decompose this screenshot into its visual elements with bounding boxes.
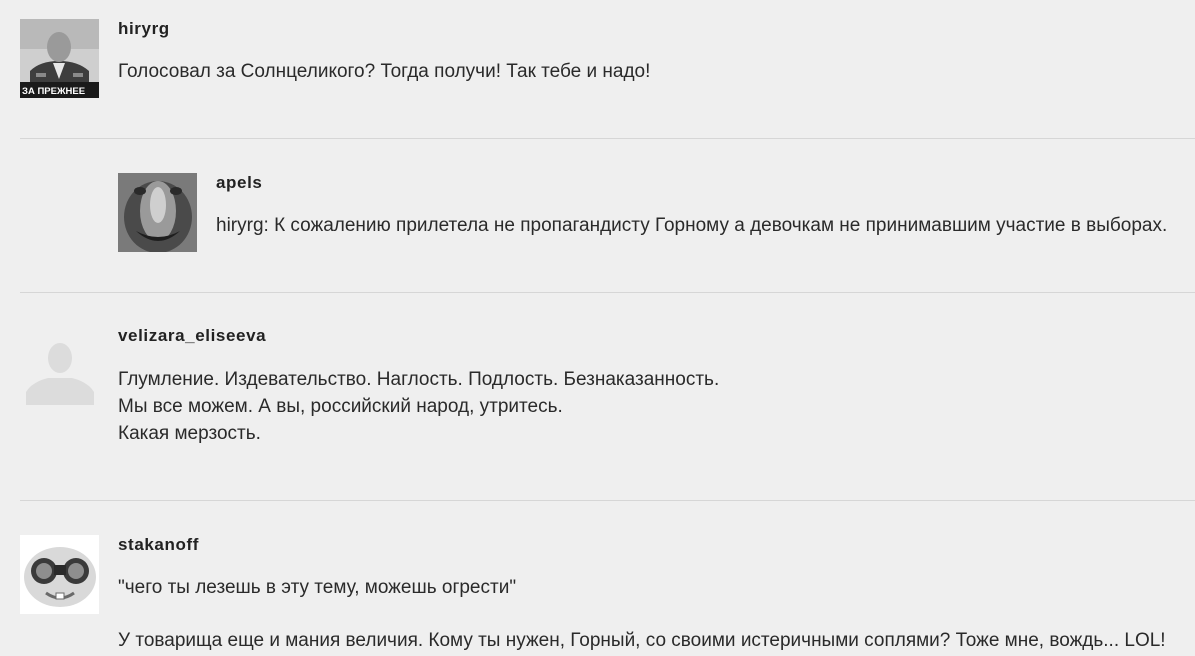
comment: stakanoff "чего ты лезешь в эту тему, мо… xyxy=(20,535,1195,656)
comment-text-line: Голосовал за Солнцеликого? Тогда получи!… xyxy=(118,61,651,82)
comment-body: Глумление. Издевательство. Наглость. Под… xyxy=(118,366,719,447)
comment-text-line: Глумление. Издевательство. Наглость. Под… xyxy=(118,369,720,390)
comment-username[interactable]: velizara_eliseeva xyxy=(118,326,266,346)
comment-divider xyxy=(20,292,1195,293)
comment-text-line: Какая мерзость. xyxy=(118,423,261,444)
comment-body: hiryrg: К сожалению прилетела не пропага… xyxy=(216,212,1167,239)
default-avatar-icon xyxy=(20,326,99,405)
comment-body: "чего ты лезешь в эту тему, можешь огрес… xyxy=(118,574,1166,654)
avatar-creature-icon xyxy=(118,173,197,252)
avatar-binoculars-icon xyxy=(20,535,99,614)
avatar-photo-icon: ЗА ПРЕЖНЕЕ xyxy=(20,19,99,98)
comment-reply: apels hiryrg: К сожалению прилетела не п… xyxy=(118,173,1195,273)
avatar[interactable] xyxy=(20,326,99,405)
comment-username[interactable]: hiryrg xyxy=(118,19,170,39)
avatar[interactable]: ЗА ПРЕЖНЕЕ xyxy=(20,19,99,98)
avatar[interactable] xyxy=(20,535,99,614)
avatar[interactable] xyxy=(118,173,197,252)
comment-text-line: hiryrg: К сожалению прилетела не пропага… xyxy=(216,215,1168,236)
comment-body: Голосовал за Солнцеликого? Тогда получи!… xyxy=(118,58,650,85)
comment: velizara_eliseeva Глумление. Издевательс… xyxy=(20,326,1195,486)
comment-thread: ЗА ПРЕЖНЕЕ hiryrg Голосовал за Солнцелик… xyxy=(0,0,1195,656)
comment: ЗА ПРЕЖНЕЕ hiryrg Голосовал за Солнцелик… xyxy=(20,19,1195,119)
comment-divider xyxy=(20,138,1195,139)
comment-text-line: Мы все можем. А вы, российский народ, ут… xyxy=(118,396,563,417)
avatar-caption: ЗА ПРЕЖНЕЕ xyxy=(22,86,85,97)
comment-username[interactable]: apels xyxy=(216,173,262,193)
comment-text-line: У товарища еще и мания величия. Кому ты … xyxy=(118,630,1166,651)
comment-divider xyxy=(20,500,1195,501)
comment-text-line: "чего ты лезешь в эту тему, можешь огрес… xyxy=(118,577,517,598)
comment-username[interactable]: stakanoff xyxy=(118,535,199,555)
